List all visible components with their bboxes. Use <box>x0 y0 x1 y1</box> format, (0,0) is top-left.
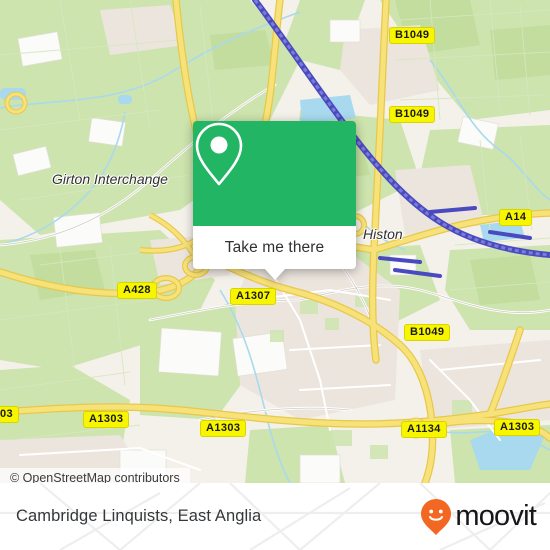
place-label-girton-interchange: Girton Interchange <box>52 171 168 187</box>
road-shield-a1303-east: A1303 <box>494 419 541 436</box>
popup-card-footer[interactable]: Take me there <box>193 226 356 280</box>
page-title: Cambridge Linquists, East Anglia <box>16 507 262 525</box>
moovit-wordmark: moovit <box>455 500 536 532</box>
take-me-there-button[interactable]: Take me there <box>225 239 325 257</box>
location-popup-card[interactable]: Take me there <box>193 121 356 280</box>
map-canvas[interactable]: Girton Interchange Histon B1049 B1049 A1… <box>0 0 550 483</box>
popup-card-pointer <box>263 268 286 280</box>
road-shield-a428: A428 <box>117 282 157 299</box>
location-pin-icon <box>195 122 243 186</box>
road-shield-b1049-north: B1049 <box>389 27 436 44</box>
road-shield-a1303-center: A1303 <box>200 420 247 437</box>
map-attribution[interactable]: © OpenStreetMap contributors <box>0 468 190 483</box>
road-shield-b1049-mid: B1049 <box>404 324 451 341</box>
popup-card-header <box>193 121 356 226</box>
road-shield-a1307: A1307 <box>230 288 277 305</box>
road-shield-a14: A14 <box>499 209 533 226</box>
road-shield-a1303-clipped: 03 <box>0 406 20 423</box>
moovit-brand[interactable]: moovit <box>420 483 537 550</box>
moovit-pin-icon <box>421 498 452 535</box>
footer-bar: Cambridge Linquists, East Anglia moovit <box>0 483 550 550</box>
map-screenshot: Girton Interchange Histon B1049 B1049 A1… <box>0 0 550 550</box>
road-shield-a1303-west: A1303 <box>83 411 130 428</box>
road-shield-a1134: A1134 <box>401 421 447 438</box>
place-label-histon: Histon <box>363 226 403 242</box>
road-shield-b1049-upper: B1049 <box>389 106 436 123</box>
